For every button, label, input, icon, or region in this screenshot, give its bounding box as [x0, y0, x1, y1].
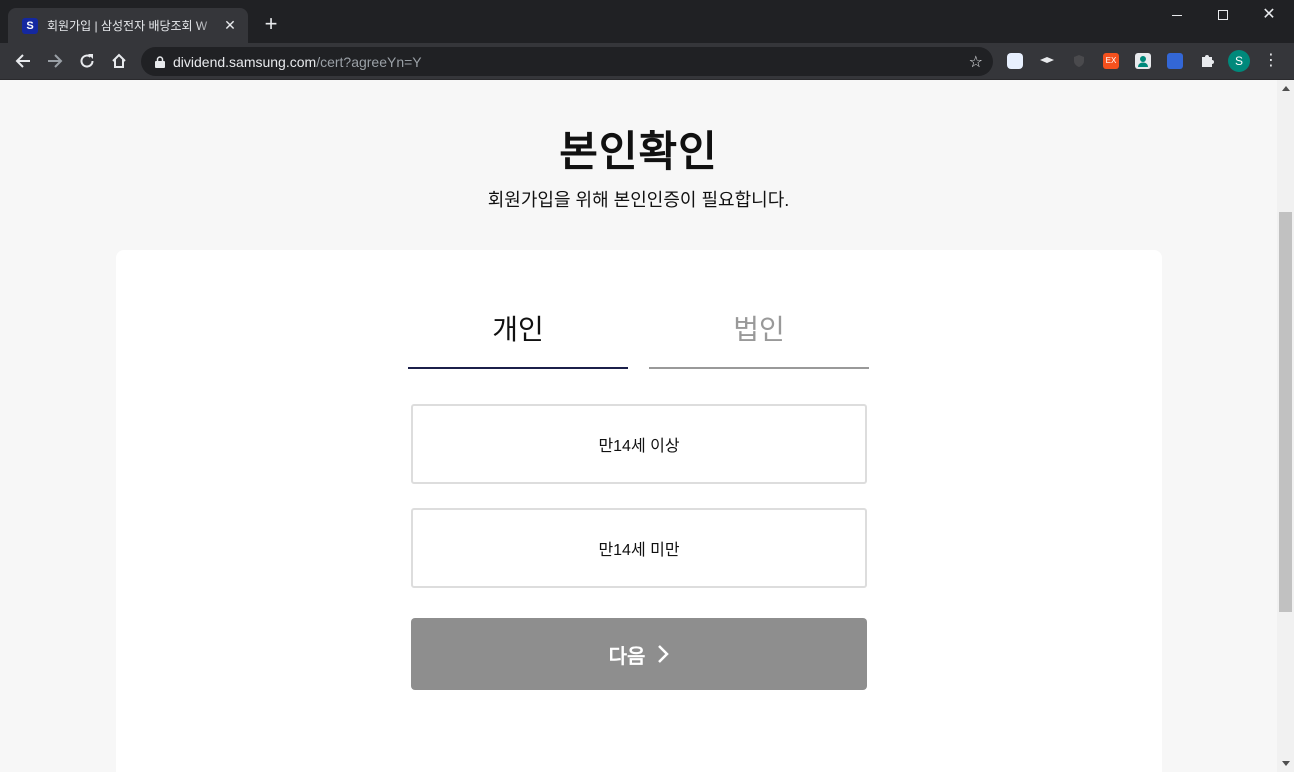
browser-tab[interactable]: S 회원가입 | 삼성전자 배당조회 W ✕: [8, 8, 248, 43]
samsung-favicon-icon: S: [22, 17, 38, 34]
reload-button[interactable]: [75, 49, 99, 73]
cert-card: 개인 법인 만14세 이상 만14세 미만 다음: [116, 250, 1162, 772]
lock-icon: [155, 55, 165, 68]
page-scrollbar[interactable]: [1277, 80, 1294, 772]
scroll-down-arrow-icon[interactable]: [1277, 755, 1294, 772]
close-icon: ✕: [1262, 6, 1276, 23]
new-tab-button[interactable]: +: [259, 13, 283, 35]
tab-close-icon[interactable]: ✕: [222, 17, 238, 34]
bookmark-star-icon[interactable]: ☆: [969, 52, 983, 72]
graduation-cap-extension-icon[interactable]: [1039, 53, 1055, 69]
age-over-14-option[interactable]: 만14세 이상: [411, 404, 867, 484]
browser-toolbar: dividend.samsung.com/cert?agreeYn=Y ☆ EX…: [0, 43, 1294, 80]
home-button[interactable]: [107, 49, 131, 73]
page-title: 본인확인: [559, 128, 718, 175]
forward-button[interactable]: [43, 49, 67, 73]
member-type-tabs: 개인 법인: [408, 306, 869, 369]
forward-arrow-icon: [48, 54, 63, 68]
shield-extension-icon[interactable]: [1071, 53, 1087, 69]
ex-extension-icon[interactable]: EX: [1103, 53, 1119, 69]
contact-extension-icon[interactable]: [1135, 53, 1151, 69]
calendar-extension-icon[interactable]: [1167, 53, 1183, 69]
back-button[interactable]: [11, 49, 35, 73]
url-host: dividend.samsung.com: [173, 53, 317, 70]
cloud-extension-icon[interactable]: [1007, 53, 1023, 69]
maximize-button[interactable]: [1200, 0, 1246, 30]
minimize-icon: [1172, 14, 1182, 16]
tab-corporate[interactable]: 법인: [649, 306, 869, 369]
page-subtitle: 회원가입을 위해 본인인증이 필요합니다.: [487, 190, 790, 210]
url-path: /cert?agreeYn=Y: [316, 53, 422, 70]
back-arrow-icon: [15, 54, 30, 68]
tab-title: 회원가입 | 삼성전자 배당조회 W: [47, 19, 208, 33]
maximize-icon: [1218, 10, 1228, 20]
chevron-right-icon: [657, 644, 670, 664]
minimize-button[interactable]: [1154, 0, 1200, 30]
browser-titlebar: S 회원가입 | 삼성전자 배당조회 W ✕ + ✕: [0, 0, 1294, 43]
scroll-thumb[interactable]: [1279, 212, 1292, 612]
next-button[interactable]: 다음: [411, 618, 867, 690]
profile-avatar[interactable]: S: [1228, 50, 1250, 72]
close-window-button[interactable]: ✕: [1246, 0, 1292, 30]
age-under-14-label: 만14세 미만: [598, 542, 680, 559]
age-over-14-label: 만14세 이상: [598, 438, 680, 455]
reload-icon: [80, 54, 94, 68]
tab-personal[interactable]: 개인: [408, 306, 628, 369]
address-bar[interactable]: dividend.samsung.com/cert?agreeYn=Y ☆: [141, 47, 993, 76]
next-button-label: 다음: [608, 645, 646, 668]
home-icon: [112, 53, 126, 68]
page-viewport: 본인확인 회원가입을 위해 본인인증이 필요합니다. 개인 법인 만14세 이상…: [0, 80, 1277, 772]
puzzle-extensions-icon[interactable]: [1199, 53, 1215, 69]
age-under-14-option[interactable]: 만14세 미만: [411, 508, 867, 588]
menu-dots-icon[interactable]: ⋮: [1262, 51, 1280, 71]
scroll-up-arrow-icon[interactable]: [1277, 80, 1294, 97]
